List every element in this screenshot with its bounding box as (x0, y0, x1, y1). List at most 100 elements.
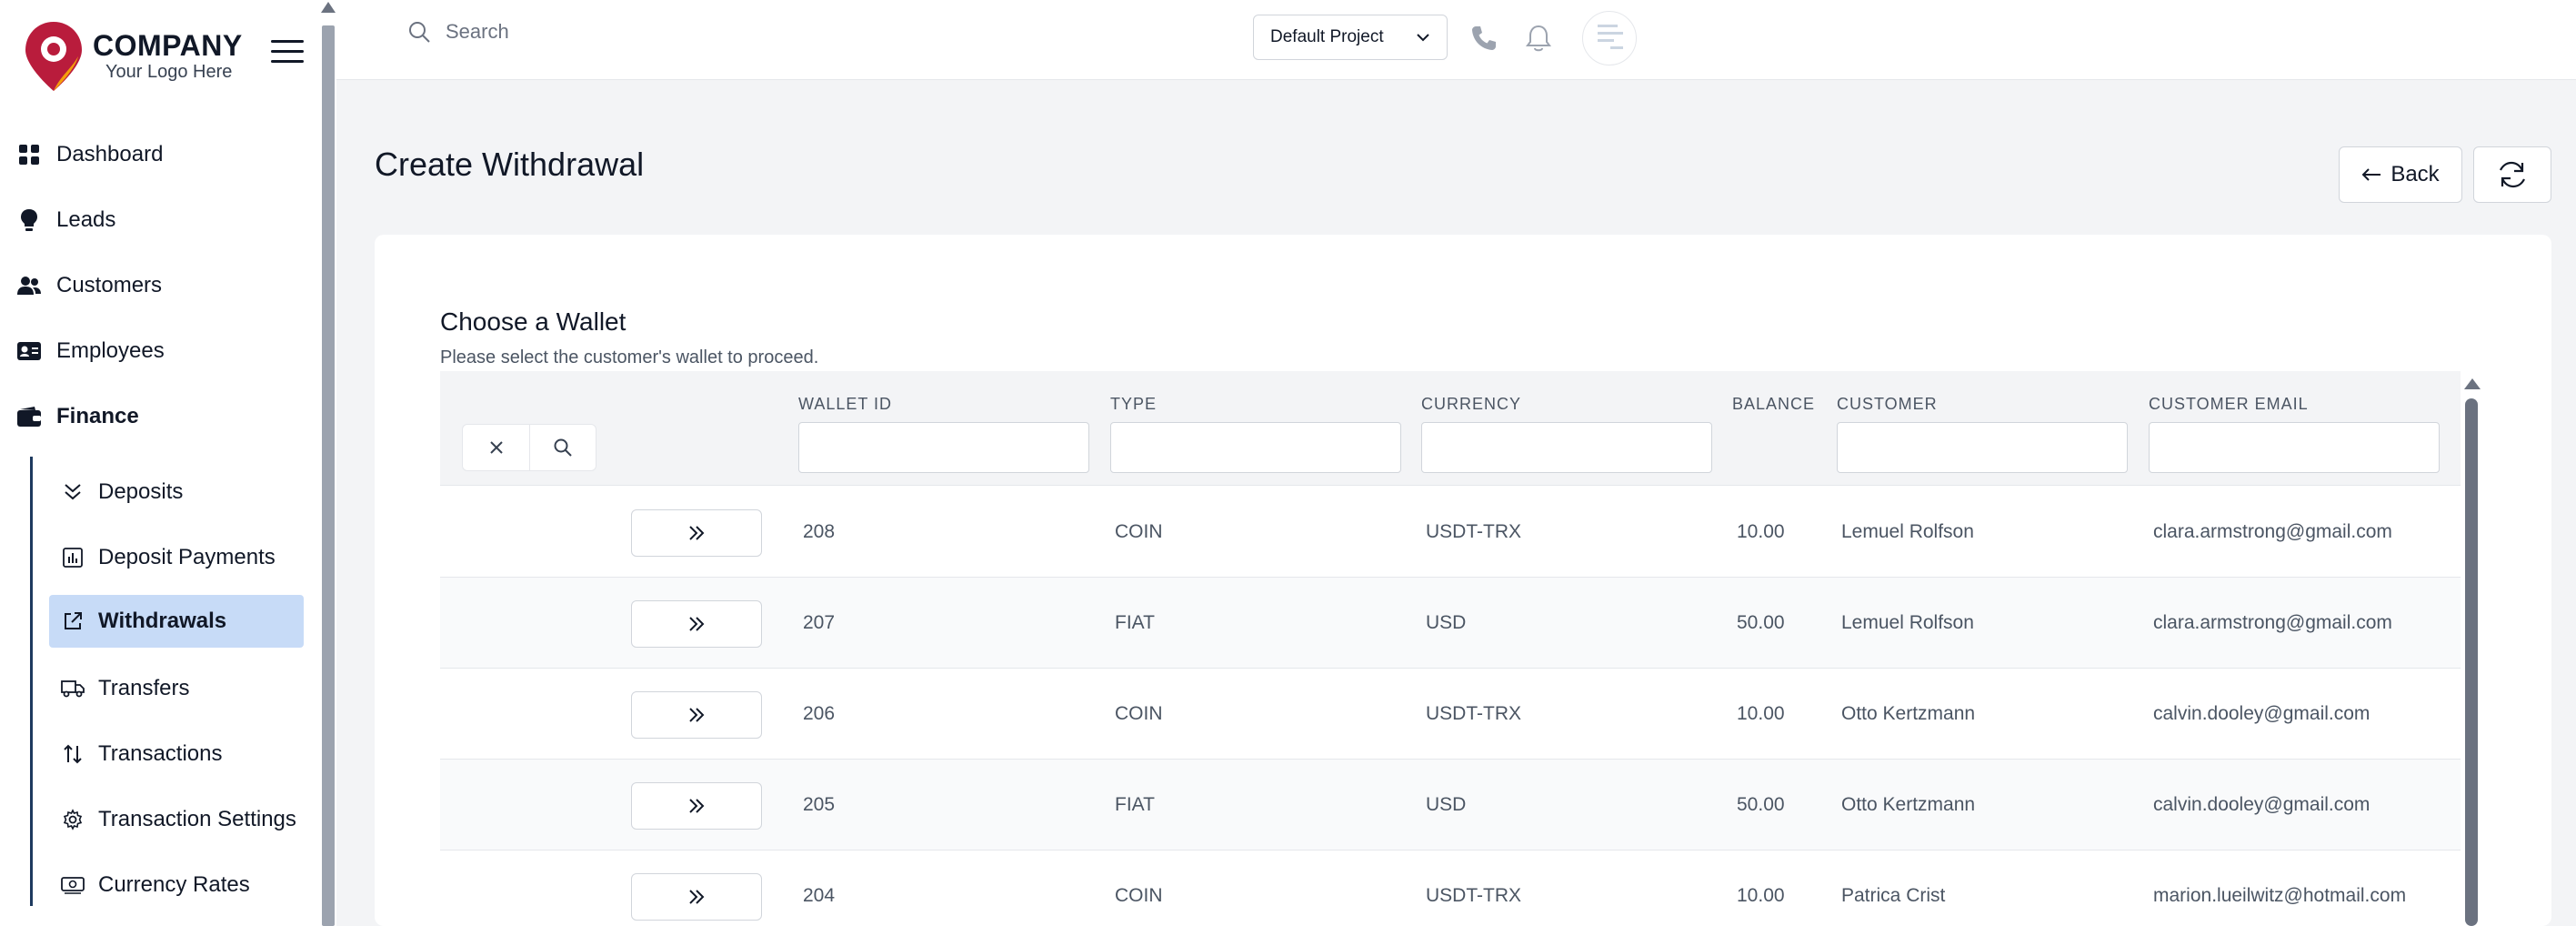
bell-icon[interactable] (1522, 22, 1555, 55)
select-wallet-button[interactable] (631, 600, 762, 648)
table-row: 206 COIN USDT-TRX 10.00 Otto Kertzmann calvin… (440, 669, 2461, 760)
cell-customer-email: clara.armstrong@gmail.com (2153, 612, 2392, 633)
sub-label: Deposits (98, 479, 184, 504)
refresh-icon (2500, 161, 2525, 188)
sub-item-deposit-payments[interactable]: Deposit Payments (49, 531, 304, 584)
double-chevron-right-icon (689, 708, 705, 722)
select-wallet-button[interactable] (631, 691, 762, 739)
column-header-currency: CURRENCY (1421, 395, 1522, 413)
lightbulb-icon (16, 207, 42, 233)
card-subtitle: Please select the customer's wallet to p… (440, 347, 819, 367)
cell-balance: 10.00 (1737, 703, 1785, 724)
filter-actions (462, 424, 596, 471)
cell-wallet-id: 207 (803, 612, 836, 633)
type-filter-input[interactable] (1110, 422, 1401, 473)
project-select-value: Default Project (1270, 27, 1384, 46)
nav-item-employees[interactable]: Employees (16, 326, 165, 377)
sub-item-deposits[interactable]: Deposits (49, 466, 304, 518)
nav-label: Dashboard (56, 142, 164, 166)
select-wallet-button[interactable] (631, 509, 762, 557)
table-row: 207 FIAT USD 50.00 Lemuel Rolfson clara.armst… (440, 578, 2461, 669)
table-row: 205 FIAT USD 50.00 Otto Kertzmann calvin.dool… (440, 760, 2461, 851)
cell-balance: 10.00 (1737, 885, 1785, 906)
sidebar: COMPANY Your Logo Here Dashboard Leads C… (0, 0, 320, 926)
customer-filter-input[interactable] (1837, 422, 2128, 473)
avatar-placeholder-icon (1598, 25, 1623, 49)
cell-balance: 50.00 (1737, 612, 1785, 633)
cell-currency: USDT-TRX (1426, 703, 1521, 724)
users-icon (16, 273, 42, 298)
select-wallet-button[interactable] (631, 782, 762, 830)
nav-item-dashboard[interactable]: Dashboard (16, 129, 163, 180)
logo-pin-icon (25, 22, 82, 91)
nav-item-leads[interactable]: Leads (16, 195, 115, 246)
customer-email-filter-input[interactable] (2149, 422, 2440, 473)
cell-customer: Otto Kertzmann (1841, 794, 1976, 815)
table-scroll-up-arrow-icon[interactable] (2464, 378, 2481, 389)
cell-currency: USD (1426, 612, 1467, 633)
sub-item-withdrawals[interactable]: Withdrawals (49, 595, 304, 648)
sub-item-currency-rates[interactable]: Currency Rates (49, 859, 304, 911)
nav-item-customers[interactable]: Customers (16, 260, 162, 311)
cell-wallet-id: 205 (803, 794, 836, 815)
cell-currency: USD (1426, 794, 1467, 815)
cell-type: COIN (1115, 521, 1163, 542)
sub-item-transfers[interactable]: Transfers (49, 662, 304, 715)
sub-label: Currency Rates (98, 872, 250, 897)
wallet-id-filter-input[interactable] (798, 422, 1089, 473)
nav-label: Finance (56, 404, 139, 428)
cell-type: COIN (1115, 885, 1163, 906)
chevron-down-icon (1417, 34, 1429, 42)
cell-customer-email: calvin.dooley@gmail.com (2153, 794, 2371, 815)
cell-wallet-id: 208 (803, 521, 836, 542)
refresh-button[interactable] (2473, 146, 2551, 203)
cell-customer: Patrica Crist (1841, 885, 1946, 906)
sub-label: Withdrawals (98, 609, 227, 633)
scroll-up-arrow-icon[interactable] (321, 2, 336, 13)
select-wallet-button[interactable] (631, 873, 762, 921)
cell-customer: Lemuel Rolfson (1841, 612, 1974, 633)
double-chevron-right-icon (689, 890, 705, 904)
arrows-up-down-icon (60, 741, 85, 767)
search-bar[interactable] (407, 20, 991, 44)
logo-subtitle: Your Logo Here (105, 62, 233, 82)
sub-label: Transaction Settings (98, 807, 296, 831)
topbar: Default Project (336, 0, 2576, 80)
project-select[interactable]: Default Project (1253, 15, 1448, 60)
cell-currency: USDT-TRX (1426, 521, 1521, 542)
wallet-table: WALLET ID TYPE CURRENCY BALANCE CUSTOMER… (440, 371, 2461, 926)
truck-icon (60, 676, 85, 701)
cell-customer: Lemuel Rolfson (1841, 521, 1974, 542)
search-icon (409, 22, 430, 43)
wallet-icon (16, 404, 42, 429)
grid-icon (16, 142, 42, 167)
menu-toggle-icon[interactable] (271, 40, 304, 67)
gear-icon (60, 807, 85, 832)
clear-filters-button[interactable] (463, 425, 529, 470)
search-icon (554, 438, 572, 457)
table-header: WALLET ID TYPE CURRENCY BALANCE CUSTOMER… (440, 371, 2461, 486)
sidebar-scrollbar-thumb[interactable] (322, 25, 335, 926)
double-chevron-right-icon (689, 526, 705, 540)
company-logo[interactable]: COMPANY Your Logo Here (24, 20, 243, 93)
sub-item-transactions[interactable]: Transactions (49, 728, 304, 780)
table-row: 204 COIN USDT-TRX 10.00 Patrica Crist marion.… (440, 851, 2461, 926)
phone-icon[interactable] (1468, 22, 1500, 55)
cell-customer: Otto Kertzmann (1841, 703, 1976, 724)
sub-item-transaction-settings[interactable]: Transaction Settings (49, 793, 304, 846)
search-input[interactable] (446, 20, 991, 44)
table-scrollbar-thumb[interactable] (2465, 398, 2478, 926)
cell-type: COIN (1115, 703, 1163, 724)
submenu-line (30, 457, 33, 906)
cell-balance: 50.00 (1737, 794, 1785, 815)
back-button[interactable]: Back (2339, 146, 2462, 203)
currency-filter-input[interactable] (1421, 422, 1712, 473)
nav-label: Employees (56, 338, 165, 363)
nav-item-finance[interactable]: Finance (16, 391, 139, 442)
double-chevron-down-icon (60, 479, 85, 505)
bar-chart-icon (60, 545, 85, 570)
avatar[interactable] (1582, 11, 1637, 65)
cell-customer-email: calvin.dooley@gmail.com (2153, 703, 2371, 724)
cell-type: FIAT (1115, 794, 1155, 815)
apply-filters-button[interactable] (529, 425, 596, 470)
